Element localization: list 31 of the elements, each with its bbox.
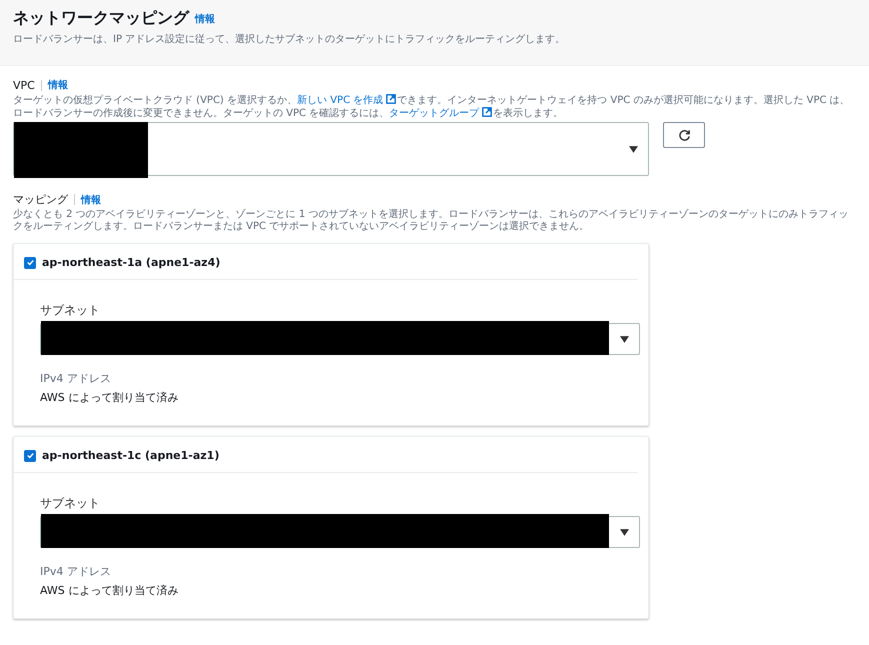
zone-name: ap-northeast-1a (apne1-az4) [42, 256, 220, 269]
info-link[interactable]: 情報 [48, 78, 68, 92]
caret-icon [620, 529, 629, 536]
checkbox[interactable] [24, 450, 36, 462]
external-link[interactable]: 新しい VPC を作成 [297, 95, 398, 106]
checkbox[interactable] [24, 256, 36, 268]
info-link[interactable]: 情報 [81, 192, 101, 206]
field-value: AWS によって割り当て済み [40, 390, 180, 405]
external-link[interactable]: ターゲットグループ [389, 108, 494, 119]
external-link-icon [482, 107, 492, 117]
external-link-icon [386, 94, 396, 104]
field-label: サブネット [40, 302, 101, 319]
field-label: IPv4 アドレス [40, 564, 112, 579]
refresh-icon [678, 128, 690, 142]
caret-icon [620, 336, 629, 343]
refresh-button[interactable] [663, 122, 705, 148]
section-title: ネットワークマッピング [13, 8, 189, 29]
zone-name: ap-northeast-1c (apne1-az1) [42, 449, 220, 462]
field-label: VPC [13, 78, 35, 92]
caret-icon [629, 146, 638, 153]
field-description: 少なくとも 2 つのアベイラビリティーゾーンと、ゾーンごとに 1 つのサブネットを選択します。ロードバランサーは、これらのアベイラビリティーゾーンのターゲットにのみトラフィックをルーティングします。ロードバランサーまたは VPC でサポートされていないアベイラビリティーゾーンは選択できません。 [13, 209, 850, 233]
vpc-select[interactable] [13, 122, 649, 176]
field-label: マッピング [13, 192, 68, 207]
field-label: サブネット [40, 495, 101, 512]
section-description: ロードバランサーは、IP アドレス設定に従って、選択したサブネットのターゲットにトラフィックをルーティングします。 [13, 34, 566, 46]
field-value: AWS によって割り当て済み [40, 583, 180, 598]
checkmark-icon [26, 451, 34, 460]
field-label: IPv4 アドレス [40, 371, 112, 386]
checkmark-icon [26, 258, 34, 267]
field-description: ターゲットの仮想プライベートクラウド (VPC) を選択するか、新しい VPC を作成 できます。インターネットゲートウェイを持つ VPC のみが選択可能になります。選択した VPC は、ロードバランサーの作成後に変更できません。ターゲットの VPC を確認するには、ターゲットグループ を表示します。 [13, 94, 851, 120]
info-link[interactable]: 情報 [195, 12, 215, 26]
